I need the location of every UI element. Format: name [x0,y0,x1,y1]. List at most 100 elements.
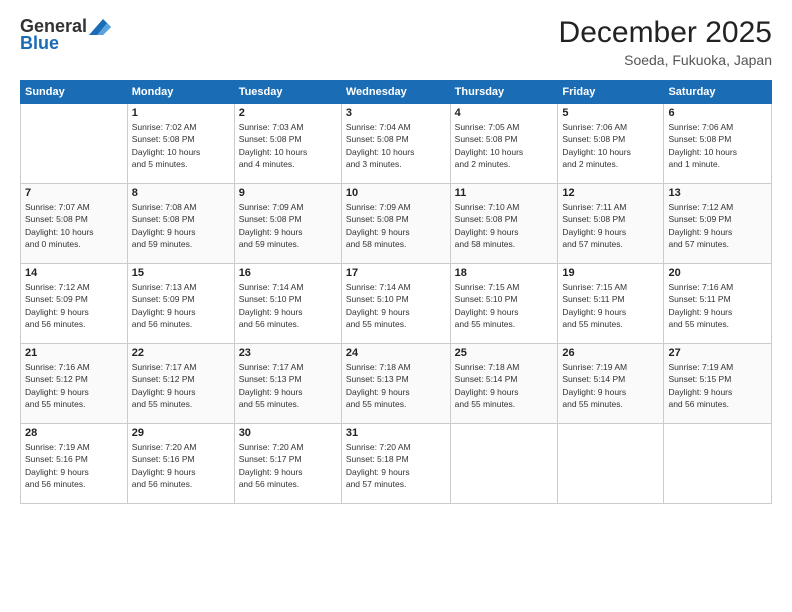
day-info: Sunrise: 7:05 AM Sunset: 5:08 PM Dayligh… [455,121,554,170]
calendar-cell: 2 Sunrise: 7:03 AM Sunset: 5:08 PM Daylig… [234,104,341,184]
calendar-cell: 15 Sunrise: 7:13 AM Sunset: 5:09 PM Dayli… [127,264,234,344]
day-number: 29 [132,427,230,439]
calendar-cell: 22 Sunrise: 7:17 AM Sunset: 5:12 PM Dayli… [127,344,234,424]
logo-blue: Blue [20,33,59,54]
page: General Blue December 2025 Soeda, Fukuok… [0,0,792,612]
day-info: Sunrise: 7:11 AM Sunset: 5:08 PM Dayligh… [562,201,659,250]
day-info: Sunrise: 7:17 AM Sunset: 5:12 PM Dayligh… [132,361,230,410]
col-header-monday: Monday [127,81,234,104]
day-number: 13 [668,187,767,199]
day-info: Sunrise: 7:17 AM Sunset: 5:13 PM Dayligh… [239,361,337,410]
day-number: 30 [239,427,337,439]
day-number: 15 [132,267,230,279]
col-header-tuesday: Tuesday [234,81,341,104]
calendar-cell: 14Sunrise: 7:12 AM Sunset: 5:09 PM Dayli… [21,264,128,344]
calendar-cell [450,424,558,504]
logo: General Blue [20,16,111,54]
calendar-cell: 26Sunrise: 7:19 AM Sunset: 5:14 PM Dayli… [558,344,664,424]
calendar-cell: 4 Sunrise: 7:05 AM Sunset: 5:08 PM Daylig… [450,104,558,184]
calendar-cell: 24 Sunrise: 7:18 AM Sunset: 5:13 PM Dayli… [341,344,450,424]
calendar-cell: 31Sunrise: 7:20 AM Sunset: 5:18 PM Dayli… [341,424,450,504]
day-info: Sunrise: 7:06 AM Sunset: 5:08 PM Dayligh… [668,121,767,170]
day-number: 31 [346,427,446,439]
day-number: 24 [346,347,446,359]
day-number: 16 [239,267,337,279]
logo-icon [89,19,111,35]
day-info: Sunrise: 7:12 AM Sunset: 5:09 PM Dayligh… [25,281,123,330]
calendar: SundayMondayTuesdayWednesdayThursdayFrid… [20,80,772,504]
calendar-cell: 28 Sunrise: 7:19 AM Sunset: 5:16 PM Dayli… [21,424,128,504]
calendar-cell: 11 Sunrise: 7:10 AM Sunset: 5:08 PM Dayli… [450,184,558,264]
day-number: 23 [239,347,337,359]
calendar-cell: 20Sunrise: 7:16 AM Sunset: 5:11 PM Dayli… [664,264,772,344]
day-number: 6 [668,107,767,119]
col-header-thursday: Thursday [450,81,558,104]
calendar-cell: 30 Sunrise: 7:20 AM Sunset: 5:17 PM Dayli… [234,424,341,504]
week-row-5: 28 Sunrise: 7:19 AM Sunset: 5:16 PM Dayli… [21,424,772,504]
week-row-3: 14Sunrise: 7:12 AM Sunset: 5:09 PM Dayli… [21,264,772,344]
day-info: Sunrise: 7:20 AM Sunset: 5:17 PM Dayligh… [239,441,337,490]
calendar-cell: 8Sunrise: 7:08 AM Sunset: 5:08 PM Daylig… [127,184,234,264]
day-number: 7 [25,187,123,199]
day-info: Sunrise: 7:14 AM Sunset: 5:10 PM Dayligh… [239,281,337,330]
calendar-cell: 19Sunrise: 7:15 AM Sunset: 5:11 PM Dayli… [558,264,664,344]
calendar-cell [664,424,772,504]
day-info: Sunrise: 7:13 AM Sunset: 5:09 PM Dayligh… [132,281,230,330]
calendar-cell: 17 Sunrise: 7:14 AM Sunset: 5:10 PM Dayli… [341,264,450,344]
col-header-saturday: Saturday [664,81,772,104]
day-number: 17 [346,267,446,279]
col-header-sunday: Sunday [21,81,128,104]
calendar-cell: 23 Sunrise: 7:17 AM Sunset: 5:13 PM Dayli… [234,344,341,424]
day-number: 5 [562,107,659,119]
day-info: Sunrise: 7:16 AM Sunset: 5:11 PM Dayligh… [668,281,767,330]
day-info: Sunrise: 7:09 AM Sunset: 5:08 PM Dayligh… [239,201,337,250]
day-number: 3 [346,107,446,119]
col-header-friday: Friday [558,81,664,104]
week-row-2: 7Sunrise: 7:07 AM Sunset: 5:08 PM Daylig… [21,184,772,264]
day-info: Sunrise: 7:18 AM Sunset: 5:14 PM Dayligh… [455,361,554,410]
day-info: Sunrise: 7:18 AM Sunset: 5:13 PM Dayligh… [346,361,446,410]
day-number: 4 [455,107,554,119]
day-number: 12 [562,187,659,199]
day-info: Sunrise: 7:15 AM Sunset: 5:10 PM Dayligh… [455,281,554,330]
day-number: 27 [668,347,767,359]
day-info: Sunrise: 7:03 AM Sunset: 5:08 PM Dayligh… [239,121,337,170]
header: General Blue December 2025 Soeda, Fukuok… [20,16,772,68]
day-info: Sunrise: 7:12 AM Sunset: 5:09 PM Dayligh… [668,201,767,250]
day-number: 21 [25,347,123,359]
calendar-cell: 12 Sunrise: 7:11 AM Sunset: 5:08 PM Dayli… [558,184,664,264]
calendar-cell: 25 Sunrise: 7:18 AM Sunset: 5:14 PM Dayli… [450,344,558,424]
day-info: Sunrise: 7:14 AM Sunset: 5:10 PM Dayligh… [346,281,446,330]
day-info: Sunrise: 7:19 AM Sunset: 5:15 PM Dayligh… [668,361,767,410]
day-info: Sunrise: 7:06 AM Sunset: 5:08 PM Dayligh… [562,121,659,170]
day-info: Sunrise: 7:10 AM Sunset: 5:08 PM Dayligh… [455,201,554,250]
day-info: Sunrise: 7:16 AM Sunset: 5:12 PM Dayligh… [25,361,123,410]
day-number: 10 [346,187,446,199]
day-info: Sunrise: 7:19 AM Sunset: 5:16 PM Dayligh… [25,441,123,490]
calendar-cell: 10Sunrise: 7:09 AM Sunset: 5:08 PM Dayli… [341,184,450,264]
calendar-cell: 1 Sunrise: 7:02 AM Sunset: 5:08 PM Daylig… [127,104,234,184]
day-number: 11 [455,187,554,199]
day-number: 22 [132,347,230,359]
day-number: 9 [239,187,337,199]
day-number: 1 [132,107,230,119]
day-info: Sunrise: 7:02 AM Sunset: 5:08 PM Dayligh… [132,121,230,170]
col-header-wednesday: Wednesday [341,81,450,104]
day-number: 25 [455,347,554,359]
calendar-cell: 5 Sunrise: 7:06 AM Sunset: 5:08 PM Daylig… [558,104,664,184]
calendar-cell: 16 Sunrise: 7:14 AM Sunset: 5:10 PM Dayli… [234,264,341,344]
day-number: 28 [25,427,123,439]
month-title: December 2025 [559,16,772,50]
calendar-cell: 3Sunrise: 7:04 AM Sunset: 5:08 PM Daylig… [341,104,450,184]
day-info: Sunrise: 7:15 AM Sunset: 5:11 PM Dayligh… [562,281,659,330]
title-block: December 2025 Soeda, Fukuoka, Japan [559,16,772,68]
calendar-cell: 13 Sunrise: 7:12 AM Sunset: 5:09 PM Dayli… [664,184,772,264]
day-info: Sunrise: 7:19 AM Sunset: 5:14 PM Dayligh… [562,361,659,410]
calendar-cell: 29Sunrise: 7:20 AM Sunset: 5:16 PM Dayli… [127,424,234,504]
calendar-cell: 27 Sunrise: 7:19 AM Sunset: 5:15 PM Dayli… [664,344,772,424]
day-number: 2 [239,107,337,119]
location: Soeda, Fukuoka, Japan [559,52,772,68]
calendar-cell [558,424,664,504]
week-row-4: 21 Sunrise: 7:16 AM Sunset: 5:12 PM Dayli… [21,344,772,424]
calendar-cell: 21 Sunrise: 7:16 AM Sunset: 5:12 PM Dayli… [21,344,128,424]
